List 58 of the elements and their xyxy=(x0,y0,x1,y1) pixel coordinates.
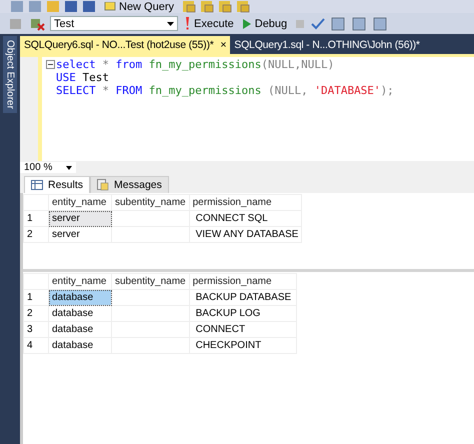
collapse-icon[interactable] xyxy=(46,60,55,69)
exclamation-icon xyxy=(185,17,190,30)
toolbar-icon[interactable] xyxy=(200,1,214,13)
table-cell[interactable]: BACKUP DATABASE xyxy=(189,290,296,306)
row-number: 3 xyxy=(24,322,48,338)
document-icon xyxy=(97,179,110,191)
toolbar-icon[interactable] xyxy=(28,1,42,13)
table-cell[interactable] xyxy=(112,306,190,322)
table-cell[interactable]: CHECKPOINT xyxy=(189,338,296,354)
table-cell[interactable]: CONNECT SQL xyxy=(189,210,302,226)
object-explorer-tab[interactable]: Object Explorer xyxy=(3,36,17,113)
execute-button[interactable]: Execute xyxy=(183,17,236,30)
document-tab[interactable]: SQLQuery6.sql - NO...Test (hot2use (55))* × xyxy=(20,36,230,54)
check-icon[interactable] xyxy=(311,18,326,30)
code-line: USE Test xyxy=(56,71,109,84)
table-cell[interactable]: database xyxy=(48,290,112,306)
database-dropdown[interactable]: Test xyxy=(50,16,178,31)
table-cell[interactable]: server xyxy=(48,210,112,226)
table-cell[interactable]: CONNECT xyxy=(189,322,296,338)
toolbar-icon[interactable] xyxy=(330,16,346,30)
results-tab[interactable]: Results xyxy=(24,176,90,193)
toolbar-icon[interactable] xyxy=(64,1,78,13)
table-cell[interactable] xyxy=(112,226,190,242)
close-button[interactable]: × xyxy=(220,39,226,51)
toolbar-icon[interactable] xyxy=(182,1,196,13)
zoom-dropdown[interactable]: 100 % xyxy=(20,162,76,173)
toolbar-icon[interactable] xyxy=(372,16,388,30)
column-header[interactable]: subentity_name xyxy=(112,194,190,210)
debug-button[interactable]: Debug xyxy=(240,18,290,30)
toolbar-icon[interactable] xyxy=(82,1,96,13)
table-cell[interactable]: server xyxy=(48,226,112,242)
caret-icon xyxy=(167,22,174,26)
column-header[interactable]: subentity_name xyxy=(112,274,190,290)
play-icon xyxy=(242,18,251,28)
code-line: select * from fn_my_permissions(NULL,NULL) xyxy=(56,58,334,71)
table-cell[interactable] xyxy=(112,290,190,306)
table-cell[interactable]: BACKUP LOG xyxy=(189,306,296,322)
row-number: 4 xyxy=(24,338,48,354)
new-query-button[interactable]: New Query xyxy=(100,1,178,13)
row-number: 2 xyxy=(24,306,48,322)
toolbar-icon[interactable] xyxy=(218,1,232,13)
table-cell[interactable]: database xyxy=(48,322,112,338)
caret-icon xyxy=(66,166,72,170)
row-number: 2 xyxy=(24,226,48,242)
table-cell[interactable]: database xyxy=(48,306,112,322)
toolbar-icon[interactable] xyxy=(10,1,24,13)
toolbar-icon[interactable] xyxy=(351,16,368,30)
toolbar-icon[interactable] xyxy=(29,16,45,30)
results-tab[interactable]: Messages xyxy=(90,176,169,193)
column-header[interactable]: permission_name xyxy=(189,194,302,210)
table-cell[interactable]: VIEW ANY DATABASE xyxy=(189,226,302,242)
document-tab[interactable]: SQLQuery1.sql - N...OTHING\John (56))* xyxy=(230,36,424,54)
grid-icon xyxy=(31,180,43,190)
table-cell[interactable]: database xyxy=(48,338,112,354)
toolbar-icon[interactable] xyxy=(236,1,250,13)
code-line: SELECT * FROM fn_my_permissions (NULL, 'DATABASE'); xyxy=(56,84,394,97)
table-cell[interactable] xyxy=(112,210,190,226)
column-header[interactable]: permission_name xyxy=(189,274,296,290)
